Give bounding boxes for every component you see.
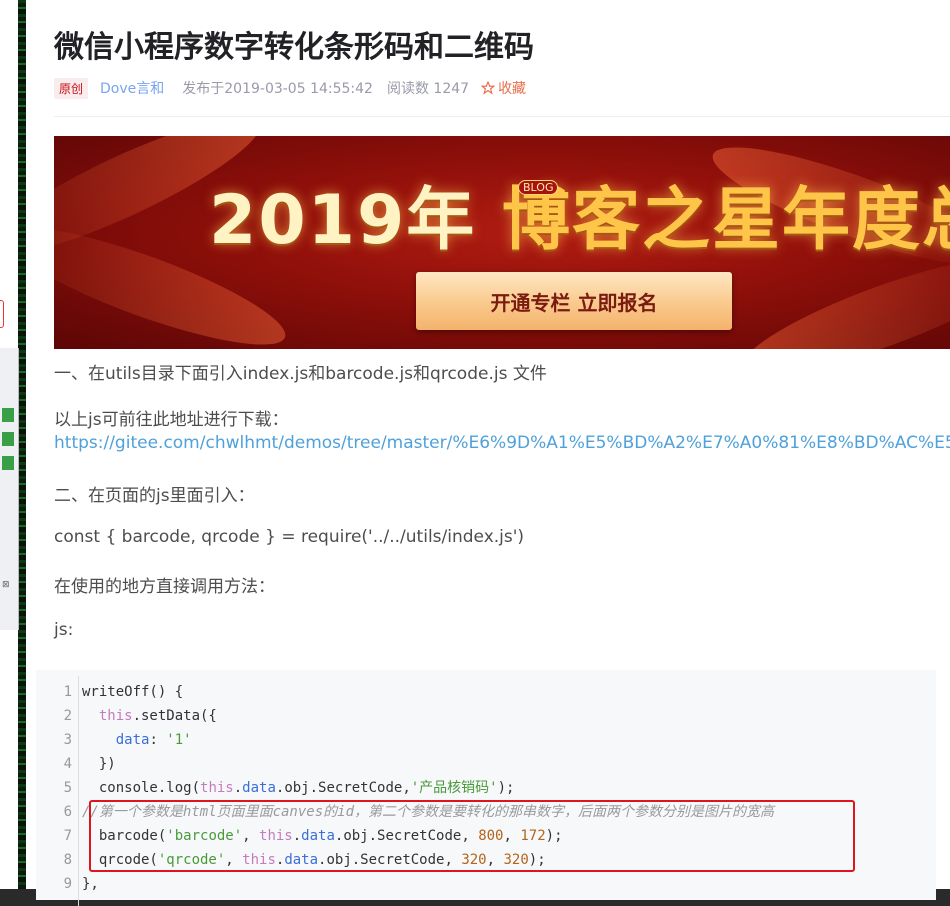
favorite-label: 收藏: [498, 81, 527, 97]
line-number: 8: [63, 852, 72, 868]
line-number: 1: [63, 684, 72, 700]
line-number: 2: [63, 708, 72, 724]
sidebar-thumbnail[interactable]: ⊠: [0, 348, 19, 630]
read-count: 阅读数 1247: [386, 81, 470, 97]
promo-banner[interactable]: 2019年 博客之星年度总评选 BLOG 开通专栏 立即报名: [54, 136, 950, 349]
code-block[interactable]: 1 2 3 4 5 6 7 8 9 writeOff() { this.setD…: [36, 670, 936, 906]
line-number: 9: [63, 876, 72, 892]
thumb-green-block: [2, 432, 14, 446]
blog-logo: BLOG: [518, 180, 559, 195]
thumb-close-icon[interactable]: ⊠: [2, 580, 10, 590]
meta-divider: [54, 116, 950, 117]
code-lines: writeOff() { this.setData({ data: '1' })…: [82, 680, 774, 896]
code-line: console.log(this.data.obj.SecretCode,'产品…: [82, 780, 515, 796]
code-gutter: [78, 676, 79, 906]
banner-year: 2019年: [209, 181, 477, 260]
line-number: 7: [63, 828, 72, 844]
line-number: 6: [63, 804, 72, 820]
thumb-green-block: [2, 408, 14, 422]
code-line: //第一个参数是html页面里面canves的id，第二个参数是要转化的那串数字…: [82, 804, 774, 820]
code-line: data: '1': [115, 732, 192, 748]
code-line: qrcode('qrcode', this.data.obj.SecretCod…: [82, 852, 546, 868]
step-two-text: 二、在页面的js里面引入：: [54, 486, 255, 506]
publish-date: 发布于2019-03-05 14:55:42: [182, 81, 373, 97]
usage-text: 在使用的地方直接调用方法：: [54, 577, 275, 597]
favorite-button[interactable]: 收藏: [481, 78, 526, 98]
line-number: 5: [63, 780, 72, 796]
download-link[interactable]: https://gitee.com/chwlhmt/demos/tree/mas…: [54, 433, 950, 453]
code-line: this.setData({: [98, 708, 217, 724]
background-matrix-pattern: [18, 0, 26, 889]
banner-title: 博客之星年度总评选: [501, 181, 950, 260]
star-icon: [481, 81, 496, 95]
line-numbers: 1 2 3 4 5 6 7 8 9: [36, 680, 72, 896]
banner-headline: 2019年 博客之星年度总评选: [209, 164, 950, 263]
left-sidebar-strip: ⊠: [0, 0, 26, 889]
line-number: 4: [63, 756, 72, 772]
thumb-green-block: [2, 456, 14, 470]
require-line: const { barcode, qrcode } = require('../…: [54, 527, 525, 547]
js-label: js:: [54, 620, 74, 640]
line-number: 3: [63, 732, 72, 748]
code-line: writeOff() {: [82, 684, 184, 700]
code-line: },: [82, 876, 99, 892]
author-link[interactable]: Dove言和: [100, 78, 164, 98]
step-one-text: 一、在utils目录下面引入index.js和barcode.js和qrcode…: [54, 364, 547, 384]
original-badge: 原创: [54, 77, 89, 99]
article-title: 微信小程序数字转化条形码和二维码: [54, 30, 534, 65]
signup-button[interactable]: 开通专栏 立即报名: [416, 272, 732, 330]
code-line: barcode('barcode', this.data.obj.SecretC…: [82, 828, 563, 844]
article-meta: 原创 Dove言和 发布于2019-03-05 14:55:42 阅读数 124…: [54, 77, 526, 99]
sidebar-red-button[interactable]: [0, 300, 4, 328]
download-text: 以上js可前往此地址进行下载：: [54, 410, 289, 430]
code-line: }): [82, 756, 116, 772]
